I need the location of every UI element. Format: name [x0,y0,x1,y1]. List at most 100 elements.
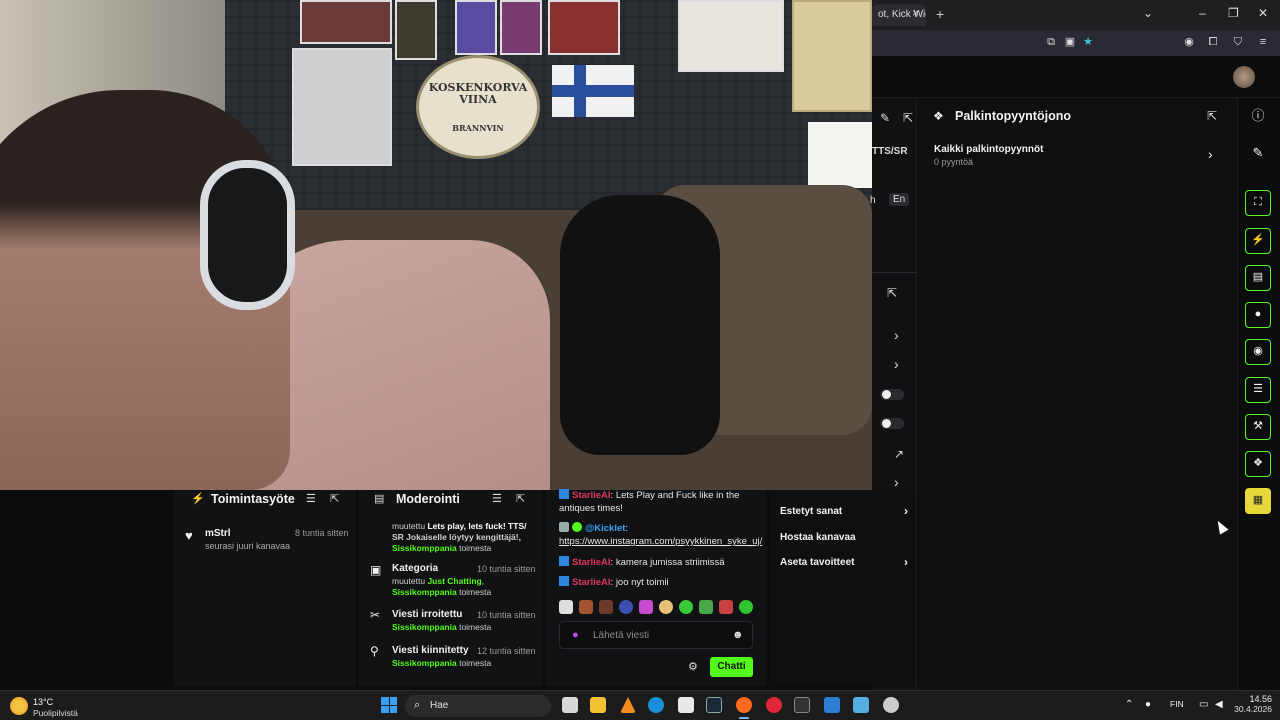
log-user[interactable]: Sissikomppania [392,658,457,668]
popout-icon[interactable]: ⇱ [516,492,525,505]
quick-action-set-goals[interactable]: Aseta tavoitteet › [780,555,910,569]
chevron-right-icon[interactable]: › [894,327,899,343]
stream-video-preview[interactable]: KOSKENKORVA VIINA BRANNVIN [0,0,872,490]
start-button[interactable] [381,697,397,713]
browser-toolbar: ⧉ ▣ ★ ◉ ⧠ ⛉ ≡ [872,30,1280,56]
minimize-icon[interactable]: – [1199,6,1206,20]
emoji-icon[interactable]: ☻ [732,629,744,641]
volume-icon[interactable]: ◀ [1215,699,1223,710]
chat-bubble-icon[interactable]: ● [1245,302,1271,328]
language-chip[interactable]: En [889,193,910,206]
broadcast-icon[interactable]: ◉ [1245,339,1271,365]
quick-action-blocked-words[interactable]: Estetyt sanat › [780,504,910,518]
popout-icon[interactable]: ⇱ [887,286,897,300]
chat-username[interactable]: @Kicklet [585,523,625,534]
bot-badge-icon [559,489,569,499]
taskbar-clock[interactable]: 14.56 30.4.2026 [1232,694,1272,714]
emote-icon[interactable] [739,600,753,614]
network-icon[interactable]: ▭ [1199,699,1208,710]
clapperboard-icon[interactable]: ▦ [1245,488,1271,514]
picture-in-picture-icon[interactable]: ⧉ [1045,36,1057,48]
tab-list-chevron-icon[interactable]: ⌄ [1143,6,1153,20]
chat-text: : kamera jumissa striimissä [610,557,725,568]
emote-icon[interactable] [639,600,653,614]
menu-icon[interactable]: ≡ [1257,36,1269,48]
chat-username[interactable]: StarlieAI [572,557,611,568]
user-avatar[interactable] [1233,66,1255,88]
log-user[interactable]: Sissikomppania [392,587,457,597]
emote-icon[interactable] [599,600,613,614]
microphone-icon[interactable]: ● [1145,699,1151,710]
rewards-icon[interactable]: ❖ [1245,451,1271,477]
emote-icon[interactable] [679,600,693,614]
chevron-right-icon[interactable]: › [894,474,899,490]
emote-icon[interactable] [719,600,733,614]
chat-send-button[interactable]: Chatti [710,657,753,677]
shield-icon[interactable]: ⛉ [1232,36,1244,48]
toggle-switch[interactable] [880,418,904,429]
screen-capture-icon[interactable]: ⛶ [1245,190,1271,216]
lightning-icon[interactable]: ⚡ [1245,228,1271,254]
edge-icon[interactable] [648,697,664,713]
emote-icon[interactable] [619,600,633,614]
obs-icon[interactable] [883,697,899,713]
rewards-icon: ❖ [933,109,944,123]
chevron-up-icon[interactable]: ⌃ [1125,699,1133,710]
account-icon[interactable]: ◉ [1183,36,1195,48]
file-explorer-icon[interactable] [590,697,606,713]
emote-icon[interactable] [699,600,713,614]
activity-user[interactable]: mStrl [205,528,231,539]
task-view-icon[interactable] [562,697,578,713]
new-tab-button[interactable]: + [936,6,944,22]
emote-icon[interactable] [579,600,593,614]
chat-link[interactable]: https://www.instagram.com/psyykkinen_syk… [559,536,762,547]
edit-icon[interactable]: ✎ [1245,140,1271,166]
app-icon[interactable] [824,697,840,713]
robot-badge-icon [559,522,569,532]
opera-icon[interactable] [766,697,782,713]
chat-username[interactable]: StarlieAI [572,490,611,501]
log-user[interactable]: Sissikomppania [392,622,457,632]
app-icon[interactable] [853,697,869,713]
taskbar-search[interactable]: ⌕ Hae [405,695,551,717]
edit-icon[interactable]: ✎ [880,111,890,125]
quick-action-host-channel[interactable]: Hostaa kanavaa [780,532,910,543]
info-icon[interactable]: ⓘ [1245,103,1271,129]
language-indicator[interactable]: FIN [1170,699,1184,709]
all-reward-requests-row[interactable]: Kaikki palkintopyynnöt 0 pyyntöä › [918,138,1238,174]
chevron-right-icon[interactable]: › [894,356,899,372]
reader-icon[interactable]: ▣ [1064,36,1076,48]
external-link-icon[interactable]: ↗ [894,447,904,461]
chat-username[interactable]: StarlieAI [572,577,611,588]
emote-icon[interactable] [659,600,673,614]
filter-icon[interactable]: ☰ [306,492,316,505]
popout-icon[interactable]: ⇱ [903,111,913,125]
close-window-icon[interactable]: ✕ [1258,6,1268,20]
log-line: muutettu Just Chatting, [392,576,485,586]
store-icon[interactable] [678,697,694,713]
quick-action-label: Aseta tavoitteet [780,557,855,568]
log-title: Viesti kiinnitetty [392,645,469,656]
gear-icon[interactable]: ⚙ [688,660,698,673]
popout-icon[interactable]: ⇱ [330,492,339,505]
filter-icon[interactable]: ☰ [492,492,502,505]
chat-input[interactable]: ● Lähetä viesti ☻ [559,621,753,649]
close-tab-icon[interactable]: × [912,6,919,20]
terminal-icon[interactable] [794,697,810,713]
wrench-icon[interactable]: ⚒ [1245,414,1271,440]
restore-icon[interactable]: ❐ [1228,6,1239,20]
steam-icon[interactable] [706,697,722,713]
emote-icon[interactable] [559,600,573,614]
popout-icon[interactable]: ⇱ [1207,109,1217,123]
log-title: Viesti irroitettu [392,609,463,620]
chevron-right-icon: › [904,504,908,518]
vlc-icon[interactable] [620,697,636,713]
layers-icon[interactable]: ☰ [1245,377,1271,403]
extensions-icon[interactable]: ⧠ [1207,36,1219,48]
toggle-switch[interactable] [880,389,904,400]
log-user[interactable]: Sissikomppania [392,543,457,553]
document-icon[interactable]: ▤ [1245,265,1271,291]
microphone-icon[interactable]: ● [572,629,579,641]
bookmark-star-icon[interactable]: ★ [1082,36,1094,48]
firefox-icon[interactable] [736,697,752,719]
